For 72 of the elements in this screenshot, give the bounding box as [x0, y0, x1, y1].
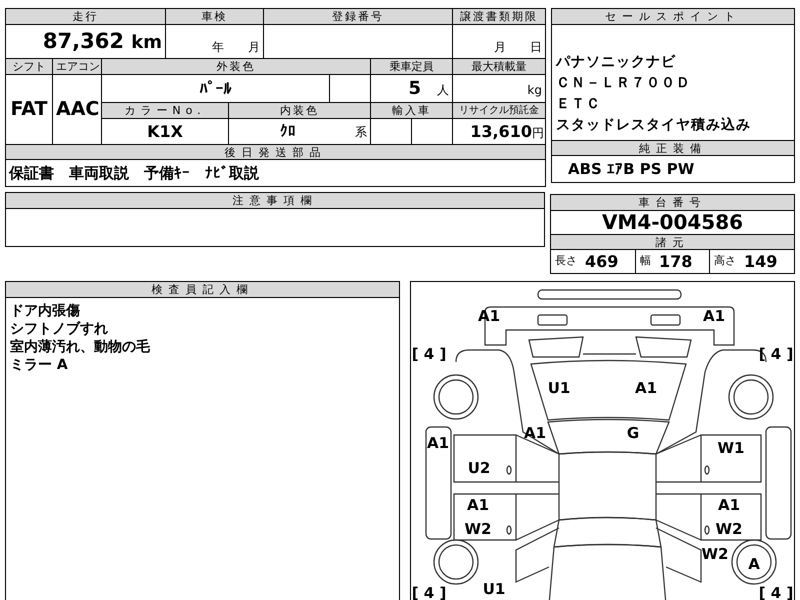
year-label: 年: [212, 40, 224, 54]
damage-code: [ 4 ]: [758, 584, 794, 600]
field-label: シフト: [6, 58, 52, 74]
mileage-value: 87,362: [42, 28, 125, 53]
parts-list: 保証書 車両取説 予備ｷｰ ﾅﾋﾞ取説: [9, 164, 259, 182]
field-label: 輸入車: [370, 102, 452, 118]
inspector-note: シフトノブすれ: [10, 320, 109, 338]
section-header: 純正装備: [552, 140, 794, 156]
aircon-value: AAC: [56, 98, 100, 120]
day-label: 日: [530, 40, 542, 54]
field-label: 内装色: [228, 102, 370, 118]
damage-code: U2: [468, 459, 490, 477]
capacity-unit: 人: [437, 83, 449, 97]
recycle-fee-value: 13,610: [470, 122, 532, 140]
field-label: 後日発送部品: [6, 144, 546, 160]
inspector-note: ドア内張傷: [10, 302, 81, 320]
sales-point-line: パナソニックナビ: [556, 53, 677, 72]
spec-value: 149: [744, 250, 778, 272]
field-label: 最大積載量: [452, 58, 546, 74]
damage-code: A1: [524, 424, 546, 442]
damage-code: W1: [718, 439, 744, 457]
spec-value: 178: [659, 250, 692, 272]
color-number-value: K1X: [147, 122, 183, 140]
interior-color-value: ｸﾛ: [280, 121, 296, 142]
capacity-value: 5: [408, 78, 421, 99]
section-header: 注意事項欄: [6, 193, 544, 209]
field-label: カラーNo.: [102, 102, 228, 118]
damage-code: W2: [716, 520, 742, 538]
damage-code: W2: [464, 520, 492, 538]
field-label: 走行: [6, 8, 166, 24]
sales-point-line: ＥＴＣ: [556, 95, 602, 114]
field-label: 車検: [166, 8, 264, 24]
inspector-note: 室内薄汚れ、動物の毛: [10, 338, 151, 356]
section-header: セールスポイント: [552, 9, 794, 25]
damage-code: [ 4 ]: [412, 584, 446, 600]
spec-label: 長さ: [555, 253, 577, 270]
damage-code: A1: [634, 379, 658, 397]
damage-code: A1: [718, 496, 740, 514]
field-label: 外装色: [102, 58, 370, 74]
shift-value: FAT: [10, 98, 48, 120]
month-label: 月: [494, 40, 506, 54]
damage-code: G: [626, 424, 640, 442]
damage-code: A1: [702, 307, 726, 325]
mileage-unit: km: [131, 32, 162, 53]
field-label: リサイクル預託金: [452, 102, 546, 118]
damage-code: W2: [702, 545, 728, 563]
yen-unit: 円: [532, 126, 544, 140]
sales-point-line: スタッドレスタイヤ積み込み: [556, 116, 752, 135]
section-header: 車台番号: [551, 195, 794, 211]
chassis-number: VM4-004586: [602, 210, 744, 234]
section-header: 諸元: [551, 234, 794, 250]
spec-value: 469: [585, 250, 618, 272]
damage-code: A1: [466, 496, 490, 514]
damage-code: U1: [548, 379, 570, 397]
equipment-list: ABS ｴｱB PS PW: [568, 160, 694, 178]
field-label: 譲渡書類期限: [452, 8, 546, 24]
damage-code: A: [748, 555, 760, 573]
inspector-note: ミラー A: [10, 356, 69, 374]
max-load-unit: kg: [527, 82, 542, 96]
color-suffix: 系: [355, 124, 367, 140]
exterior-color-value: ﾊﾟｰﾙ: [200, 78, 232, 98]
field-label: 登録番号: [264, 8, 452, 24]
sales-point-line: ＣＮ－ＬＲ７００Ｄ: [556, 74, 692, 93]
field-label: エアコン: [52, 58, 102, 74]
damage-code: A1: [426, 434, 450, 452]
section-header: 検査員記入欄: [6, 282, 399, 298]
damage-code: U1: [482, 580, 506, 598]
spec-label: 幅: [640, 253, 651, 270]
damage-code: [ 4 ]: [412, 345, 446, 363]
spec-label: 高さ: [714, 253, 736, 270]
month-label: 月: [248, 40, 260, 54]
field-label: 乗車定員: [370, 58, 452, 74]
